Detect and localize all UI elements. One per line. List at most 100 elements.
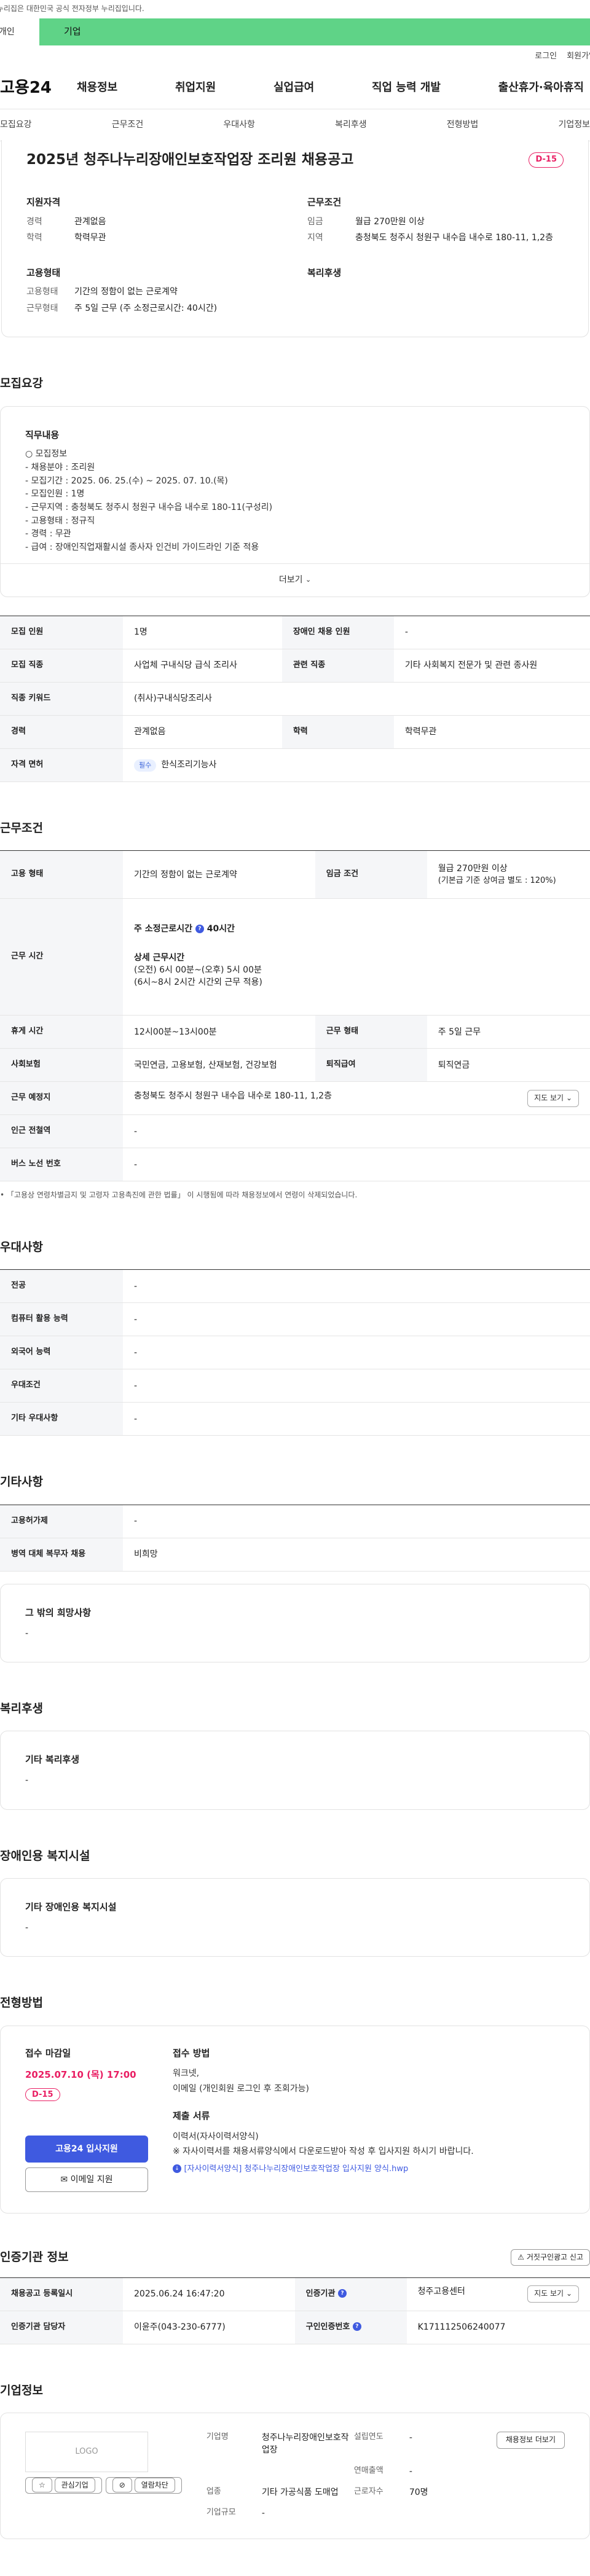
table-row: 우대조건 - bbox=[0, 1369, 590, 1403]
table-value: 퇴직연금 bbox=[427, 1048, 590, 1082]
subnav-work-conditions[interactable]: 근무조건 bbox=[112, 119, 144, 131]
table-key: 근무 예정지 bbox=[0, 1081, 123, 1116]
table-key: 컴퓨터 활용 능력 bbox=[0, 1302, 123, 1337]
more-label: 더보기 bbox=[278, 575, 303, 585]
cert-section-title: 인증기관 정보 bbox=[0, 2250, 69, 2264]
org-key: 인증기관 bbox=[305, 2288, 336, 2298]
subnav-welfare[interactable]: 복리후생 bbox=[335, 119, 367, 131]
size-key: 기업규모 bbox=[206, 2508, 236, 2518]
company-left: LOGO ☆ 관심기업 ⊘ 열람차단 bbox=[25, 2432, 182, 2519]
employees-value: 70명 bbox=[409, 2487, 428, 2497]
info-icon[interactable]: ? bbox=[195, 925, 204, 934]
company-right: 채용정보 더보기 bbox=[496, 2432, 565, 2519]
login-link[interactable]: 로그인 bbox=[535, 51, 557, 63]
duty-line: - 모집인원 : 1명 bbox=[25, 489, 85, 499]
worktype-row: 근무형태 주 5일 근무 (주 소정근로시간: 40시간) bbox=[26, 302, 283, 315]
table-value: - bbox=[123, 1336, 590, 1370]
gnb-item-vocational-training[interactable]: 직업 능력 개발 bbox=[372, 80, 441, 96]
table-row: 고용허가제 - bbox=[0, 1505, 590, 1538]
place-cell: 충청북도 청주시 청원구 내수읍 내수로 180-11, 1,2층 지도 보기 ⌄ bbox=[123, 1081, 590, 1116]
subnav-company[interactable]: 기업정보 bbox=[558, 119, 590, 131]
table-value: 국민연금, 고용보험, 산재보험, 건강보험 bbox=[123, 1048, 315, 1082]
welfare-box: 기타 복리후생 - bbox=[0, 1731, 590, 1810]
table-key: 우대조건 bbox=[0, 1369, 123, 1403]
company-name-value: 청주나누리장애인보호작업장 bbox=[261, 2433, 349, 2456]
report-button[interactable]: ⚠ 거짓구인광고 신고 bbox=[511, 2249, 590, 2266]
table-key: 장애인 채용 인원 bbox=[281, 616, 394, 649]
table-value: - bbox=[123, 1114, 590, 1149]
apply-card: 접수 마감일 2025.07.10 (목) 17:00 D-15 고용24 입사… bbox=[0, 2025, 590, 2214]
email-apply-button[interactable]: ✉ 이메일 지원 bbox=[25, 2167, 148, 2192]
site-logo[interactable]: 고용24 bbox=[0, 77, 77, 100]
gnb-item-parental-leave[interactable]: 출산휴가·육아휴직 bbox=[498, 80, 584, 96]
org-key-cell: 인증기관 ? bbox=[294, 2277, 407, 2311]
conditions-title: 근무조건 bbox=[307, 197, 342, 208]
table-value: - bbox=[393, 616, 590, 649]
table-key: 관련 직종 bbox=[281, 649, 394, 683]
table-key: 경력 bbox=[0, 715, 123, 749]
required-badge: 필수 bbox=[134, 759, 157, 772]
user-type-tabs: 개인 기업 bbox=[0, 18, 590, 45]
etc-table: 고용허가제 - 병역 대체 복무자 채용 비희망 bbox=[0, 1504, 590, 1572]
table-row: 병역 대체 복무자 채용 비희망 bbox=[0, 1538, 590, 1572]
tab-personal[interactable]: 개인 bbox=[0, 18, 39, 45]
info-icon[interactable]: ? bbox=[352, 2322, 361, 2331]
duty-line: - 급여 : 장애인직업재활시설 종사자 인건비 가이드라인 기준 적용 bbox=[25, 542, 259, 553]
cert-table: 채용공고 등록일시 2025.06.24 16:47:20 인증기관 ? 청주고용센터… bbox=[0, 2277, 590, 2344]
map-button[interactable]: 지도 보기 ⌄ bbox=[527, 1090, 579, 1107]
table-row: 자격 면허 필수 한식조리기능사 bbox=[0, 748, 590, 782]
table-value: 기간의 정함이 없는 근로계약 bbox=[123, 850, 315, 899]
no-key: 구인인증번호 bbox=[305, 2322, 350, 2331]
detail-line: (오전) 6시 00분~(오후) 5시 00분 bbox=[134, 965, 262, 975]
table-key: 고용허가제 bbox=[0, 1505, 123, 1538]
info-icon[interactable]: ? bbox=[337, 2289, 347, 2298]
chevron-down-icon: ⌄ bbox=[305, 576, 312, 584]
apply-left: 접수 마감일 2025.07.10 (목) 17:00 D-15 고용24 입사… bbox=[25, 2047, 148, 2192]
gnb-item-employment-support[interactable]: 취업지원 bbox=[175, 80, 216, 96]
worktype-key: 근무형태 bbox=[26, 303, 58, 313]
subnav-preferences[interactable]: 우대사항 bbox=[223, 119, 255, 131]
cert-map-label: 지도 보기 bbox=[534, 2289, 564, 2298]
signup-link[interactable]: 회원가입 bbox=[567, 51, 590, 63]
recruit-section-title: 모집요강 bbox=[0, 377, 43, 391]
career-value: 관계없음 bbox=[74, 217, 106, 227]
duty-line: - 경력 : 무관 bbox=[25, 529, 71, 539]
subnav-process[interactable]: 전형방법 bbox=[447, 119, 479, 131]
table-value: 2025.06.24 16:47:20 bbox=[123, 2277, 295, 2311]
star-icon: ☆ bbox=[32, 2478, 52, 2493]
subnav-recruit[interactable]: 모집요강 bbox=[0, 119, 32, 131]
table-key: 인증기관 담당자 bbox=[0, 2311, 123, 2344]
table-key: 직종 키워드 bbox=[0, 682, 123, 716]
org-cell: 청주고용센터 지도 보기 ⌄ bbox=[406, 2277, 590, 2311]
favorite-company-button[interactable]: ☆ 관심기업 bbox=[25, 2477, 102, 2494]
gnb-item-jobs[interactable]: 채용정보 bbox=[77, 80, 117, 96]
tab-business[interactable]: 기업 bbox=[39, 18, 590, 45]
work-section-title: 근무조건 bbox=[0, 821, 43, 835]
wage-line: (기본급 기준 상여금 별도 : 120%) bbox=[438, 875, 556, 885]
block-icon: ⊘ bbox=[112, 2478, 132, 2493]
table-value: - bbox=[123, 1369, 590, 1403]
duty-line: ○ 모집정보 bbox=[25, 449, 68, 460]
duty-line: - 고용형태 : 정규직 bbox=[25, 515, 95, 526]
process-section-title: 전형방법 bbox=[0, 1996, 43, 2010]
table-row: 모집 인원 1명 장애인 채용 인원 - bbox=[0, 616, 590, 649]
table-key: 전공 bbox=[0, 1269, 123, 1304]
apply-button[interactable]: 고용24 입사지원 bbox=[25, 2135, 148, 2163]
career-key: 경력 bbox=[26, 217, 42, 227]
duty-card: 직무내용 ○ 모집정보 - 채용분야 : 조리원 - 모집기간 : 2025. … bbox=[0, 405, 590, 597]
job-title: 2025년 청주나누리장애인보호작업장 조리원 채용공고 bbox=[26, 152, 354, 168]
file-download-link[interactable]: [자사이력서양식] 청주나누리장애인보호작업장 입사지원 양식.hwp bbox=[184, 2164, 408, 2174]
weekly-hours: 주 소정근로시간 ? 40시간 bbox=[134, 923, 579, 935]
more-jobs-button[interactable]: 채용정보 더보기 bbox=[496, 2432, 565, 2449]
table-value: - bbox=[123, 1402, 590, 1436]
employment-title: 고용형태 bbox=[26, 267, 61, 278]
more-button[interactable]: 더보기 ⌄ bbox=[1, 563, 589, 597]
cert-map-button[interactable]: 지도 보기 ⌄ bbox=[527, 2285, 579, 2303]
block-company-button[interactable]: ⊘ 열람차단 bbox=[105, 2477, 182, 2494]
company-card: LOGO ☆ 관심기업 ⊘ 열람차단 기업명 청주나누리장애인보호작업장 설립연도… bbox=[0, 2413, 590, 2539]
table-key: 임금 조건 bbox=[315, 850, 427, 899]
gnb-item-unemployment-benefit[interactable]: 실업급여 bbox=[273, 80, 314, 96]
table-key: 자격 면허 bbox=[0, 748, 123, 782]
age-note: • 「고용상 연령차별금지 및 고령자 고용촉진에 관한 법률」 이 시행됨에 … bbox=[0, 1191, 358, 1200]
education-value: 학력무관 bbox=[74, 233, 106, 243]
